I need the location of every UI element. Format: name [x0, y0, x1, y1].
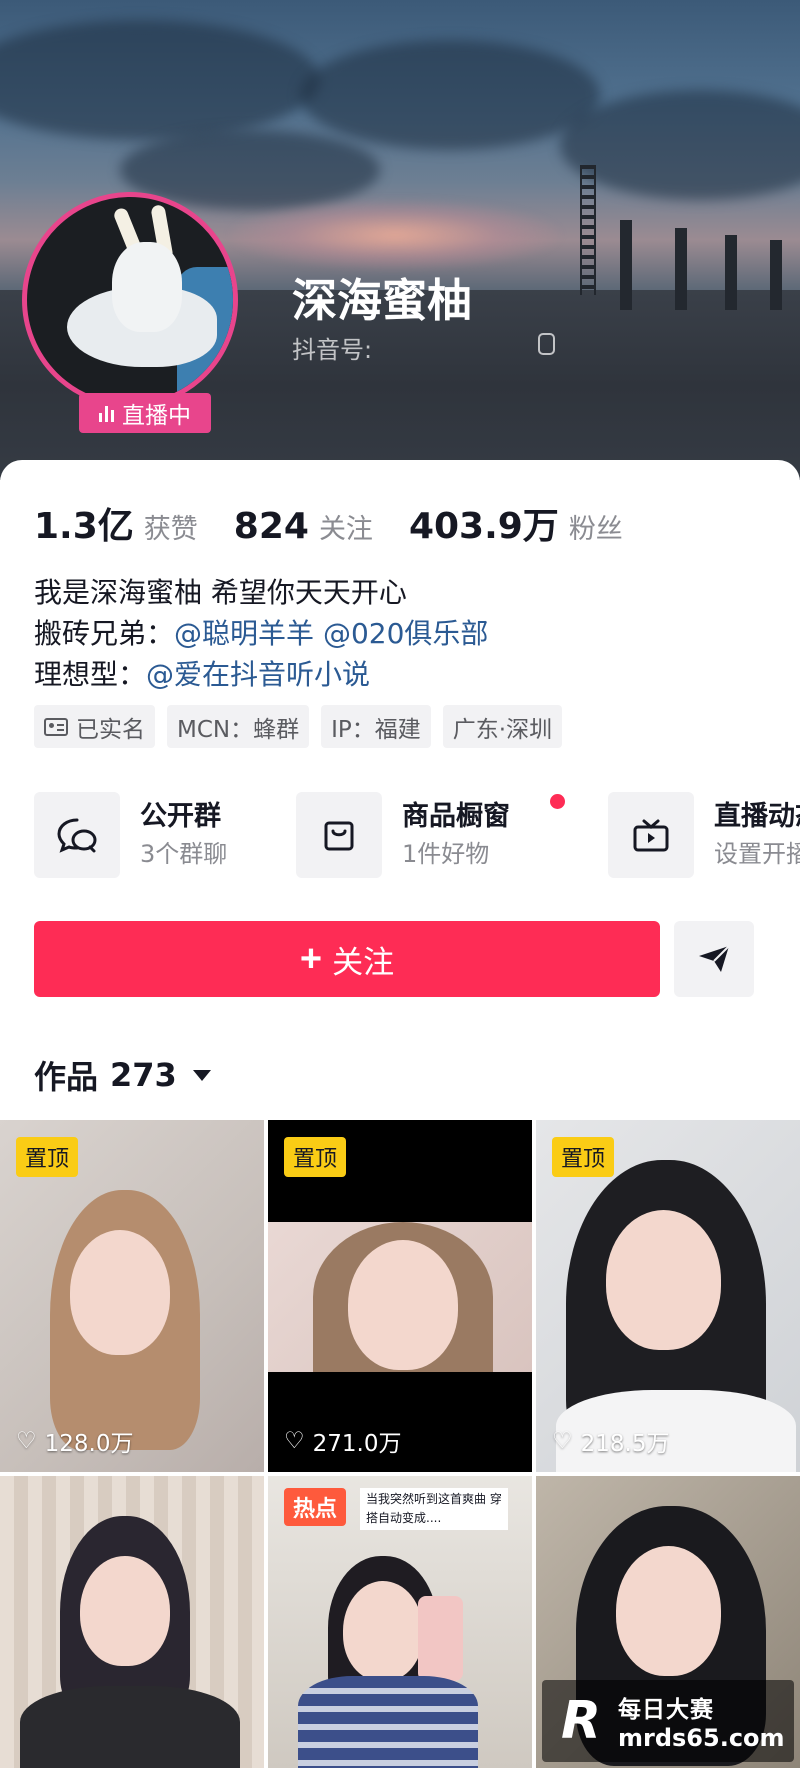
- video-likes: ♡ 218.5万: [552, 1424, 669, 1458]
- thumb-face: [348, 1240, 458, 1370]
- heart-icon: ♡: [552, 1428, 573, 1454]
- chat-bubbles-icon: [34, 792, 120, 878]
- follow-button[interactable]: + 关注: [34, 921, 660, 997]
- douyin-id-label: 抖音号:: [292, 336, 373, 364]
- service-title: 商品橱窗: [402, 801, 510, 832]
- hot-badge: 热点: [284, 1488, 347, 1526]
- thumb-face: [616, 1546, 721, 1676]
- heart-icon: ♡: [284, 1428, 305, 1454]
- tag-label: IP：福建: [331, 716, 421, 743]
- phone-icon: [418, 1596, 463, 1681]
- pinned-badge: 置顶: [552, 1137, 615, 1177]
- works-tab[interactable]: 作品 273: [34, 1052, 211, 1098]
- works-count: 273: [110, 1056, 177, 1094]
- follow-button-label: 关注: [332, 944, 395, 980]
- like-count: 218.5万: [580, 1431, 670, 1457]
- like-count: 128.0万: [44, 1431, 134, 1457]
- sunset-glow: [230, 200, 560, 270]
- followers-count[interactable]: 403.9万: [409, 497, 559, 549]
- tag-label: 广东·深圳: [452, 716, 553, 743]
- notification-dot: [550, 794, 565, 809]
- thumb-shirt: [298, 1676, 478, 1768]
- heart-icon: ♡: [16, 1428, 37, 1454]
- shopping-bag-icon: [296, 792, 382, 878]
- thumb-shirt: [20, 1686, 240, 1768]
- thumb-face: [80, 1556, 170, 1666]
- profile-tags: 已实名 MCN：蜂群 IP：福建 广东·深圳: [34, 705, 563, 748]
- tag-label: MCN：蜂群: [177, 716, 300, 743]
- banner-pillar: [770, 240, 782, 310]
- share-button[interactable]: [674, 921, 754, 997]
- thumb-face: [70, 1230, 170, 1355]
- avatar-goat-head: [112, 242, 182, 332]
- paper-plane-icon: [699, 945, 730, 972]
- likes-label: 获赞: [143, 514, 198, 545]
- video-likes: ♡ 271.0万: [284, 1424, 401, 1458]
- watermark-url: mrds65.com: [618, 1724, 785, 1752]
- bio-line-3-prefix: 理想型：: [34, 658, 147, 691]
- tag-label: 已实名: [76, 716, 145, 743]
- service-subtitle: 设置开播提醒: [714, 840, 800, 868]
- works-grid: 置顶 ♡ 128.0万 置顶 ♡ 271.0万 置顶 ♡ 218.5万 热点 当…: [0, 1120, 800, 1768]
- watermark: R 每日大赛 mrds65.com: [542, 1680, 794, 1762]
- bio-line-3: 理想型：@爱在抖音听小说: [34, 654, 488, 695]
- service-shop-window[interactable]: 商品橱窗 1件好物: [296, 792, 565, 878]
- watermark-logo: R: [560, 1691, 602, 1751]
- tag-mcn: MCN：蜂群: [167, 705, 310, 748]
- live-bars-icon: [99, 404, 114, 422]
- mention-link[interactable]: @爱在抖音听小说: [146, 658, 370, 691]
- tag-verified[interactable]: 已实名: [34, 705, 155, 748]
- service-public-group[interactable]: 公开群 3个群聊: [34, 792, 227, 878]
- video-likes: ♡ 128.0万: [16, 1424, 133, 1458]
- service-title: 公开群: [140, 801, 221, 832]
- id-card-icon: [44, 717, 68, 736]
- plus-icon: +: [299, 938, 323, 980]
- video-thumbnail[interactable]: 热点 当我突然听到这首爽曲 穿搭自动变成....: [268, 1476, 532, 1768]
- transmission-tower: [580, 165, 596, 295]
- watermark-title: 每日大赛: [618, 1697, 714, 1723]
- service-subtitle: 1件好物: [402, 840, 490, 868]
- bio-line-2-prefix: 搬砖兄弟：: [34, 617, 175, 650]
- video-caption: 当我突然听到这首爽曲 穿搭自动变成....: [360, 1488, 508, 1530]
- banner-pillar: [725, 235, 737, 310]
- thumb-face: [606, 1210, 721, 1350]
- like-count: 271.0万: [312, 1431, 402, 1457]
- bio-line-2: 搬砖兄弟：@聪明羊羊 @020俱乐部: [34, 613, 488, 654]
- banner-pillar: [675, 228, 687, 310]
- profile-bio: 我是深海蜜柚 希望你天天开心 搬砖兄弟：@聪明羊羊 @020俱乐部 理想型：@爱…: [34, 572, 488, 695]
- following-count[interactable]: 824: [234, 506, 309, 547]
- banner-cloud: [300, 40, 600, 150]
- tag-ip: IP：福建: [321, 705, 431, 748]
- video-thumbnail[interactable]: 置顶 ♡ 128.0万: [0, 1120, 264, 1472]
- banner-cloud: [0, 20, 320, 140]
- video-thumbnail[interactable]: 置顶 ♡ 271.0万: [268, 1120, 532, 1472]
- mention-link[interactable]: @聪明羊羊: [174, 617, 314, 650]
- bio-line-1: 我是深海蜜柚 希望你天天开心: [34, 576, 407, 609]
- thumb-face: [343, 1581, 423, 1681]
- banner-pillar: [620, 220, 632, 310]
- pinned-badge: 置顶: [284, 1137, 347, 1177]
- service-title: 直播动态: [714, 801, 800, 832]
- pinned-badge: 置顶: [16, 1137, 79, 1177]
- likes-count: 1.3亿: [34, 506, 134, 547]
- profile-nickname: 深海蜜柚: [292, 274, 473, 327]
- profile-stats: 1.3亿 获赞 824 关注 403.9万 粉丝: [34, 497, 659, 549]
- live-badge-label: 直播中: [122, 403, 191, 429]
- caret-down-icon: [192, 1069, 211, 1081]
- service-subtitle: 3个群聊: [140, 840, 228, 868]
- following-label[interactable]: 关注: [319, 507, 373, 546]
- works-label: 作品: [34, 1058, 99, 1096]
- live-badge[interactable]: 直播中: [79, 393, 211, 433]
- services-row: 公开群 3个群聊 商品橱窗 1件好物 直播动态 设置开播提醒: [34, 792, 800, 878]
- service-live-updates[interactable]: 直播动态 设置开播提醒: [608, 792, 800, 878]
- avatar[interactable]: [22, 192, 238, 408]
- tv-play-icon: [608, 792, 694, 878]
- video-thumbnail[interactable]: [0, 1476, 264, 1768]
- followers-label[interactable]: 粉丝: [569, 507, 623, 546]
- tag-location: 广东·深圳: [442, 705, 563, 748]
- video-thumbnail[interactable]: 置顶 ♡ 218.5万: [536, 1120, 800, 1472]
- mention-link[interactable]: @020俱乐部: [323, 617, 488, 650]
- copy-id-icon[interactable]: [538, 333, 555, 355]
